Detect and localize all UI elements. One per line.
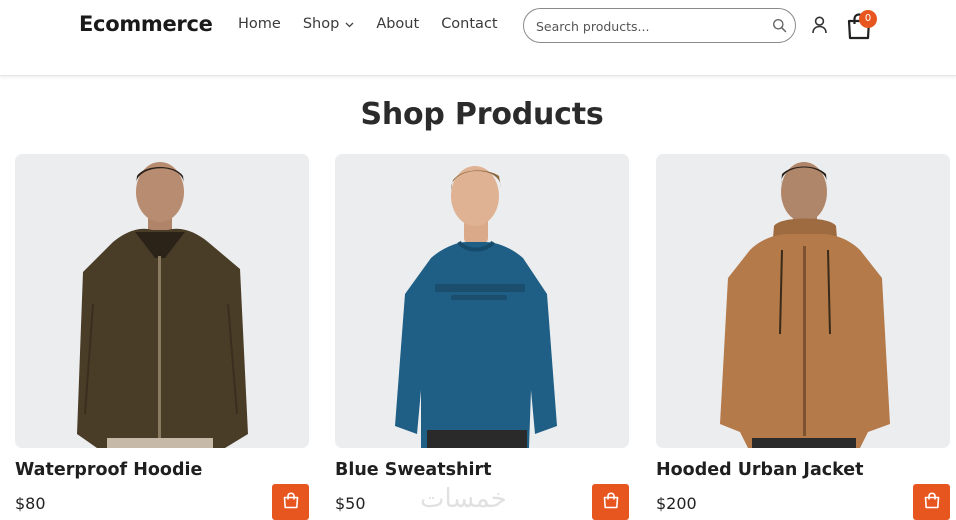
nav-item-label: Home bbox=[238, 16, 281, 32]
user-icon[interactable] bbox=[811, 16, 828, 34]
product-price: $200 bbox=[656, 494, 697, 513]
product-image[interactable] bbox=[656, 154, 950, 448]
search-box bbox=[523, 8, 796, 43]
product-image[interactable] bbox=[15, 154, 309, 448]
nav-item-label: Contact bbox=[441, 16, 498, 32]
shopping-bag-icon bbox=[924, 491, 940, 513]
search-icon[interactable] bbox=[772, 18, 787, 33]
product-name[interactable]: Waterproof Hoodie bbox=[15, 460, 202, 480]
product-price: $80 bbox=[15, 494, 46, 513]
nav-item-about[interactable]: About bbox=[376, 16, 419, 32]
nav-item-label: About bbox=[376, 16, 420, 32]
product-price: $50 bbox=[335, 494, 366, 513]
product-name[interactable]: Hooded Urban Jacket bbox=[656, 460, 864, 480]
nav-item-home[interactable]: Home bbox=[238, 16, 281, 32]
product-name[interactable]: Blue Sweatshirt bbox=[335, 460, 491, 480]
product-card[interactable]: Blue Sweatshirt $50 bbox=[335, 154, 629, 520]
nav-item-shop[interactable]: Shop bbox=[303, 16, 354, 32]
page-title: Shop Products bbox=[360, 97, 604, 132]
main-nav: Home Shop About Contact bbox=[238, 16, 520, 32]
add-to-cart-button[interactable] bbox=[913, 484, 950, 520]
product-image[interactable] bbox=[335, 154, 629, 448]
product-card[interactable]: Hooded Urban Jacket $200 bbox=[656, 154, 950, 520]
site-header: Ecommerce Home Shop About Contact Search… bbox=[0, 0, 956, 76]
product-card[interactable]: Waterproof Hoodie $80 bbox=[15, 154, 309, 520]
nav-item-contact[interactable]: Contact bbox=[441, 16, 497, 32]
jacket-shape bbox=[77, 228, 248, 448]
cart-count-badge: 0 bbox=[859, 10, 877, 28]
search-input[interactable] bbox=[536, 17, 761, 35]
shopping-bag-icon bbox=[603, 491, 619, 513]
add-to-cart-button[interactable] bbox=[272, 484, 309, 520]
nav-item-label: Shop bbox=[302, 16, 340, 32]
sweatshirt-shape bbox=[395, 242, 557, 448]
chevron-down-icon bbox=[345, 16, 354, 32]
shopping-bag-icon bbox=[283, 491, 299, 513]
site-logo[interactable]: Ecommerce bbox=[79, 12, 213, 36]
watermark: خمسات bbox=[420, 484, 507, 514]
add-to-cart-button[interactable] bbox=[592, 484, 629, 520]
